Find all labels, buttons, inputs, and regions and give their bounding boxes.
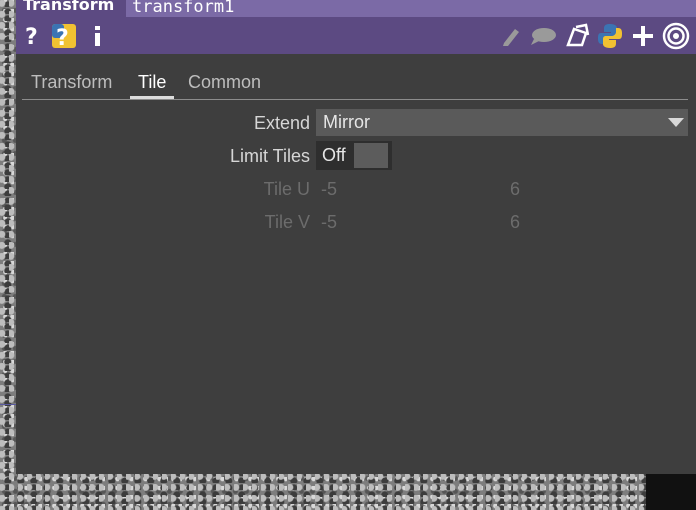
add-icon[interactable] <box>630 22 656 50</box>
svg-text:?: ? <box>56 26 69 50</box>
comment-icon[interactable] <box>529 22 557 50</box>
tile-v-label: Tile V <box>264 212 310 232</box>
edit-icon[interactable] <box>500 22 522 50</box>
panel-header: Transform transform1 ? ? <box>16 0 696 54</box>
clone-icon[interactable] <box>563 22 591 50</box>
viewer-guide-line <box>0 404 16 405</box>
limit-tiles-value: Off <box>322 145 346 165</box>
tab-common[interactable]: Common <box>188 68 261 98</box>
tab-tile[interactable]: Tile <box>130 68 175 99</box>
target-icon[interactable] <box>661 22 691 50</box>
limit-tiles-label: Limit Tiles <box>229 146 310 166</box>
param-row-limit-tiles: Limit Tiles Off <box>16 141 696 171</box>
page-tabs: Transform Tile Common <box>22 68 688 100</box>
operator-name-field[interactable]: transform1 <box>126 0 696 17</box>
tile-u-min-field[interactable]: -5 <box>321 174 337 204</box>
limit-tiles-toggle[interactable]: Off <box>316 141 392 170</box>
param-row-tile-u: Tile U -5 6 <box>16 174 696 204</box>
tile-u-max-field[interactable]: 6 <box>510 174 520 204</box>
operator-type: Transform <box>23 0 115 14</box>
viewer-corner <box>646 473 696 510</box>
tile-v-min-field[interactable]: -5 <box>321 207 337 237</box>
chevron-down-icon <box>668 118 684 127</box>
param-row-extend: Extend Mirror <box>16 108 696 138</box>
parameter-panel: Transform transform1 ? ? Transform Tile … <box>16 0 696 474</box>
toggle-knob <box>354 143 388 168</box>
info-icon[interactable] <box>88 22 106 50</box>
tab-transform[interactable]: Transform <box>31 68 112 98</box>
extend-dropdown[interactable]: Mirror <box>316 109 688 136</box>
param-row-tile-v: Tile V -5 6 <box>16 207 696 237</box>
svg-text:?: ? <box>25 25 38 48</box>
python-icon[interactable] <box>596 22 624 50</box>
tile-u-label: Tile U <box>263 179 310 199</box>
extend-label: Extend <box>253 113 310 133</box>
extend-value: Mirror <box>323 112 370 132</box>
tile-v-max-field[interactable]: 6 <box>510 207 520 237</box>
help-icon[interactable]: ? <box>22 22 42 50</box>
python-help-icon[interactable]: ? <box>50 22 78 50</box>
